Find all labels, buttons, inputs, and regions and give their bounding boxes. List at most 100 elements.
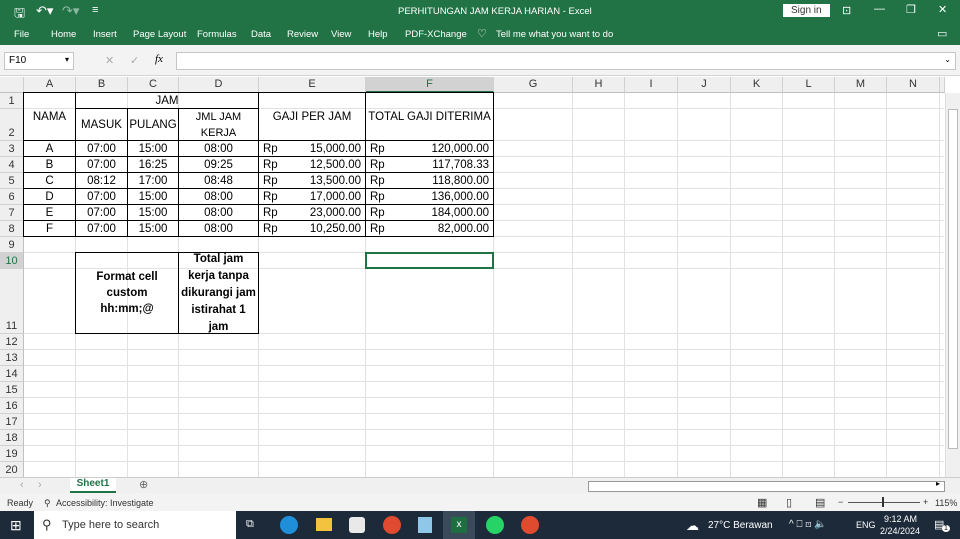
cell-gaji[interactable]: Rp 13,500.00 [258, 172, 366, 189]
spreadsheet-grid[interactable]: A B C D E F G H I J K L M N 1 2 3 4 5 6 7 8 9 10 11 12 13 14 15 16 17 1… [0, 77, 945, 477]
column-header-N[interactable]: N [887, 77, 940, 93]
cell-total[interactable]: Rp 120,000.00 [365, 140, 494, 157]
header-pulang[interactable]: PULANG [127, 108, 179, 141]
row-header-11[interactable]: 11 [0, 269, 24, 334]
store-icon[interactable] [349, 517, 365, 533]
enter-icon[interactable]: ✓ [130, 54, 139, 67]
row-header-5[interactable]: 5 [0, 173, 24, 189]
header-gaji-per-jam[interactable]: GAJI PER JAM [258, 92, 366, 141]
restore-icon[interactable]: ❐ [906, 3, 916, 16]
row-header-20[interactable]: 20 [0, 462, 24, 477]
tab-formulas[interactable]: Formulas [197, 29, 237, 40]
row-header-14[interactable]: 14 [0, 366, 24, 382]
excel-taskbar-button[interactable]: x [443, 511, 475, 539]
zoom-slider-thumb[interactable] [882, 497, 884, 507]
cell-gaji[interactable]: Rp 12,500.00 [258, 156, 366, 173]
minimize-icon[interactable]: — [874, 3, 885, 15]
column-header-D[interactable]: D [179, 77, 259, 93]
row-header-19[interactable]: 19 [0, 446, 24, 462]
note-format-cell[interactable]: Format cell custom hh:mm;@ [75, 252, 179, 334]
cell-pulang[interactable]: 15:00 [127, 188, 179, 205]
tab-help[interactable]: Help [368, 29, 388, 40]
row-header-15[interactable]: 15 [0, 382, 24, 398]
row-header-3[interactable]: 3 [0, 141, 24, 157]
formula-input[interactable]: ⌄ [176, 52, 956, 70]
cell-jml-jam-kerja[interactable]: 08:00 [178, 204, 259, 221]
edge-icon[interactable] [280, 516, 298, 534]
tab-file[interactable]: File [14, 29, 29, 40]
prev-sheet-icon[interactable]: ‹ [20, 479, 24, 491]
clock-date[interactable]: 2/24/2024 [880, 526, 920, 536]
row-header-1[interactable]: 1 [0, 93, 24, 109]
cell-masuk[interactable]: 07:00 [75, 188, 128, 205]
cell-pulang[interactable]: 15:00 [127, 204, 179, 221]
cell-nama[interactable]: D [23, 188, 76, 205]
tab-insert[interactable]: Insert [93, 29, 117, 40]
cell-jml-jam-kerja[interactable]: 09:25 [178, 156, 259, 173]
cancel-icon[interactable]: ✕ [105, 54, 114, 67]
expand-formula-icon[interactable]: ⌄ [944, 55, 951, 64]
page-break-view-icon[interactable]: ▤ [815, 496, 825, 509]
tab-page-layout[interactable]: Page Layout [133, 29, 186, 40]
zoom-out-icon[interactable]: − [838, 497, 843, 507]
column-header-B[interactable]: B [76, 77, 128, 93]
taskbar-search[interactable]: ⚲ Type here to search [34, 511, 236, 539]
cell-total[interactable]: Rp 118,800.00 [365, 172, 494, 189]
tab-view[interactable]: View [331, 29, 351, 40]
ribbon-display-icon[interactable]: ⊡ [842, 4, 851, 17]
scroll-right-icon[interactable]: ▸ [936, 479, 940, 488]
next-sheet-icon[interactable]: › [38, 479, 42, 491]
accessibility-status[interactable]: Accessibility: Investigate [56, 498, 154, 508]
cell-pulang[interactable]: 15:00 [127, 220, 179, 237]
whatsapp-icon[interactable] [486, 516, 504, 534]
row-header-4[interactable]: 4 [0, 157, 24, 173]
cell-gaji[interactable]: Rp 17,000.00 [258, 188, 366, 205]
cell-total[interactable]: Rp 136,000.00 [365, 188, 494, 205]
vertical-scrollbar[interactable] [945, 93, 960, 477]
cell-total[interactable]: Rp 82,000.00 [365, 220, 494, 237]
cell-nama[interactable]: C [23, 172, 76, 189]
tab-sheet1[interactable]: Sheet1 [70, 478, 116, 493]
customize-qat-icon[interactable]: ≡ [92, 4, 98, 16]
note-total-jam[interactable]: Total jam kerja tanpa dikurangi jam isti… [178, 252, 259, 334]
tab-data[interactable]: Data [251, 29, 271, 40]
cell-gaji[interactable]: Rp 15,000.00 [258, 140, 366, 157]
header-total-gaji[interactable]: TOTAL GAJI DITERIMA [365, 92, 494, 141]
row-header-2[interactable]: 2 [0, 109, 24, 141]
close-icon[interactable]: ✕ [938, 3, 947, 16]
row-header-9[interactable]: 9 [0, 237, 24, 253]
header-jam[interactable]: JAM [75, 92, 259, 109]
clock-time[interactable]: 9:12 AM [884, 514, 917, 524]
header-jml-jam-kerja[interactable]: JML JAM KERJA [178, 108, 259, 141]
cell-gaji[interactable]: Rp 23,000.00 [258, 204, 366, 221]
cell-total[interactable]: Rp 117,708.33 [365, 156, 494, 173]
cell-total[interactable]: Rp 184,000.00 [365, 204, 494, 221]
cell-jml-jam-kerja[interactable]: 08:48 [178, 172, 259, 189]
cell-nama[interactable]: E [23, 204, 76, 221]
chevron-down-icon[interactable]: ▾ [65, 55, 69, 64]
windows-start-icon[interactable]: ⊞ [10, 517, 22, 534]
row-header-7[interactable]: 7 [0, 205, 24, 221]
column-header-G[interactable]: G [494, 77, 573, 93]
tell-me-search[interactable]: Tell me what you want to do [496, 29, 613, 40]
header-masuk[interactable]: MASUK [75, 108, 128, 141]
zoom-level[interactable]: 115% [935, 498, 957, 508]
row-header-8[interactable]: 8 [0, 221, 24, 237]
column-header-M[interactable]: M [835, 77, 887, 93]
column-header-K[interactable]: K [731, 77, 783, 93]
undo-icon[interactable]: ↶▾ [36, 3, 53, 19]
horizontal-scrollbar[interactable] [588, 481, 945, 492]
column-header-A[interactable]: A [24, 77, 76, 93]
zoom-slider[interactable] [848, 502, 920, 503]
insert-function-icon[interactable]: fx [155, 53, 163, 65]
chrome-profile-icon[interactable] [521, 516, 539, 534]
tab-home[interactable]: Home [51, 29, 76, 40]
cell-nama[interactable]: F [23, 220, 76, 237]
row-header-17[interactable]: 17 [0, 414, 24, 430]
name-box[interactable]: F10 ▾ [4, 52, 74, 70]
column-header-H[interactable]: H [573, 77, 625, 93]
header-nama[interactable]: NAMA [23, 92, 76, 141]
column-header-L[interactable]: L [783, 77, 835, 93]
page-layout-view-icon[interactable]: ▯ [786, 496, 792, 509]
cell-nama[interactable]: A [23, 140, 76, 157]
